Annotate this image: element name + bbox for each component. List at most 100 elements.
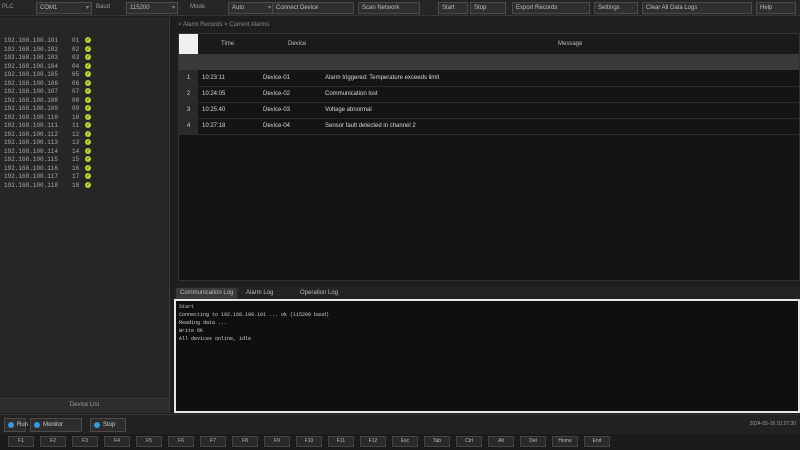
function-key[interactable]: F10 bbox=[296, 436, 322, 447]
function-key[interactable]: F8 bbox=[232, 436, 258, 447]
table-row[interactable]: 3 10:25:40 Device-03 Voltage abnormal bbox=[179, 102, 799, 119]
device-ip: 192.168.100.118 bbox=[4, 181, 59, 189]
device-list-item[interactable]: 192.168.100.106 06 ✓ bbox=[4, 79, 91, 89]
toolbar-button[interactable]: Scan Network bbox=[358, 2, 420, 14]
device-list-item[interactable]: 192.168.100.111 11 ✓ bbox=[4, 122, 91, 131]
table-row[interactable]: 4 10:27:18 Device-04 Sensor fault detected … bbox=[179, 118, 799, 135]
device-list-item[interactable]: 192.168.100.107 07 ✓ bbox=[4, 88, 91, 97]
function-key[interactable]: F2 bbox=[40, 436, 66, 447]
status-dot-icon bbox=[94, 422, 100, 428]
device-ip: 192.168.100.114 bbox=[4, 147, 59, 155]
function-key[interactable]: End bbox=[584, 436, 610, 447]
online-check-icon: ✓ bbox=[85, 96, 91, 103]
toolbar-button[interactable]: Clear All Data Logs bbox=[642, 2, 752, 14]
cell-time: 10:25:40 bbox=[202, 107, 226, 113]
status-dot-icon bbox=[34, 422, 40, 428]
column-header-device[interactable]: Device bbox=[288, 34, 306, 54]
toolbar-button[interactable]: Connect Device bbox=[272, 2, 354, 14]
device-number: 07 bbox=[72, 88, 80, 95]
device-number: 04 bbox=[72, 62, 80, 70]
function-key[interactable]: Alt bbox=[488, 436, 514, 447]
function-key[interactable]: Home bbox=[552, 436, 578, 447]
function-key-row: F1 F2 F3 F4 F5 F6 F7 F8 F9 F10 F11 F12 Esc Tab Ctrl Alt… bbox=[0, 434, 800, 450]
device-list-item[interactable]: 192.168.100.109 09 ✓ bbox=[4, 105, 91, 114]
online-check-icon: ✓ bbox=[85, 147, 91, 154]
table-row[interactable]: 2 10:24:05 Device-02 Communication lost bbox=[179, 86, 799, 103]
log-tab[interactable]: Operation Log bbox=[296, 288, 342, 299]
device-list-item[interactable]: 192.168.100.115 15 ✓ bbox=[4, 156, 91, 165]
online-check-icon: ✓ bbox=[85, 71, 91, 77]
device-number: 12 bbox=[72, 130, 80, 138]
function-key[interactable]: F12 bbox=[360, 436, 386, 447]
device-list-item[interactable]: 192.168.100.101 01 ✓ bbox=[4, 37, 91, 46]
device-ip: 192.168.100.107 bbox=[4, 88, 59, 95]
toolbar-button[interactable]: Stop bbox=[470, 2, 506, 14]
device-number: 18 bbox=[72, 181, 80, 189]
row-number[interactable]: 2 bbox=[179, 86, 198, 102]
function-key[interactable]: F5 bbox=[136, 436, 162, 447]
row-number[interactable]: 1 bbox=[179, 70, 198, 86]
device-number: 10 bbox=[72, 113, 80, 121]
log-console[interactable]: Start Connecting to 192.168.100.101 ... o… bbox=[174, 299, 800, 413]
function-key[interactable]: F7 bbox=[200, 436, 226, 447]
cell-time: 10:27:18 bbox=[202, 123, 226, 129]
online-check-icon: ✓ bbox=[85, 156, 91, 162]
function-key[interactable]: Ctrl bbox=[456, 436, 482, 447]
device-ip: 192.168.100.102 bbox=[4, 45, 59, 53]
select-all-cell[interactable] bbox=[179, 34, 198, 54]
column-header-message[interactable]: Message bbox=[558, 34, 582, 54]
device-list-item[interactable]: 192.168.100.117 17 ✓ bbox=[4, 173, 91, 182]
status-button[interactable]: Stop bbox=[90, 418, 126, 432]
toolbar-button[interactable]: Settings bbox=[594, 2, 638, 14]
cell-message: Alarm triggered: Temperature exceeds lim… bbox=[325, 75, 440, 81]
device-list-item[interactable]: 192.168.100.114 14 ✓ bbox=[4, 147, 91, 157]
status-button[interactable]: Monitor bbox=[30, 418, 82, 432]
function-key[interactable]: Tab bbox=[424, 436, 450, 447]
table-header: Time Device Message bbox=[198, 34, 799, 54]
table-row[interactable]: 1 10:23:11 Device-01 Alarm triggered: Tempe… bbox=[179, 70, 799, 87]
console-line: All devices online, idle bbox=[179, 336, 252, 342]
online-check-icon: ✓ bbox=[85, 54, 91, 60]
cell-message: Communication lost bbox=[325, 91, 378, 97]
device-list-item[interactable]: 192.168.100.118 18 ✓ bbox=[4, 181, 91, 191]
row-number[interactable]: 3 bbox=[179, 102, 198, 118]
function-key[interactable]: F3 bbox=[72, 436, 98, 447]
toolbar-button[interactable]: Help bbox=[756, 2, 796, 14]
device-list-item[interactable]: 192.168.100.104 04 ✓ bbox=[4, 62, 91, 72]
online-check-icon: ✓ bbox=[85, 113, 91, 120]
toolbar-select[interactable]: Auto bbox=[228, 2, 274, 14]
device-list-item[interactable]: 192.168.100.116 16 ✓ bbox=[4, 164, 91, 174]
column-header-time[interactable]: Time bbox=[221, 34, 234, 54]
device-list-item[interactable]: 192.168.100.113 13 ✓ bbox=[4, 139, 91, 148]
toolbar-select[interactable]: COM1 bbox=[36, 2, 92, 14]
device-ip: 192.168.100.113 bbox=[4, 139, 59, 146]
toolbar-button[interactable]: Export Records bbox=[512, 2, 590, 14]
status-button-label: Stop bbox=[103, 422, 116, 428]
function-key[interactable]: F1 bbox=[8, 436, 34, 447]
device-list-item[interactable]: 192.168.100.103 03 ✓ bbox=[4, 54, 91, 63]
device-list-item[interactable]: 192.168.100.110 10 ✓ bbox=[4, 113, 91, 123]
status-button[interactable]: Run bbox=[4, 418, 28, 432]
function-key[interactable]: F6 bbox=[168, 436, 194, 447]
log-tab[interactable]: Alarm Log bbox=[242, 288, 277, 299]
device-number: 02 bbox=[72, 45, 80, 53]
device-list-item[interactable]: 192.168.100.112 12 ✓ bbox=[4, 130, 91, 140]
row-number[interactable]: 4 bbox=[179, 118, 198, 134]
function-key[interactable]: Esc bbox=[392, 436, 418, 447]
toolbar-select[interactable]: 115200 bbox=[126, 2, 178, 14]
device-list-item[interactable]: 192.168.100.108 08 ✓ bbox=[4, 96, 91, 106]
device-list-footer[interactable]: Device List bbox=[0, 398, 169, 413]
cell-device: Device-01 bbox=[263, 75, 291, 81]
online-check-icon: ✓ bbox=[85, 181, 91, 188]
function-key[interactable]: F4 bbox=[104, 436, 130, 447]
cell-message: Sensor fault detected in channel 2 bbox=[325, 123, 416, 129]
function-key[interactable]: F11 bbox=[328, 436, 354, 447]
function-key[interactable]: F9 bbox=[264, 436, 290, 447]
log-tab[interactable]: Communication Log bbox=[176, 288, 238, 299]
online-check-icon: ✓ bbox=[85, 62, 91, 69]
device-list-item[interactable]: 192.168.100.105 05 ✓ bbox=[4, 71, 91, 80]
device-number: 13 bbox=[72, 139, 80, 146]
toolbar-button[interactable]: Start bbox=[438, 2, 468, 14]
function-key[interactable]: Del bbox=[520, 436, 546, 447]
device-list-item[interactable]: 192.168.100.102 02 ✓ bbox=[4, 45, 91, 55]
